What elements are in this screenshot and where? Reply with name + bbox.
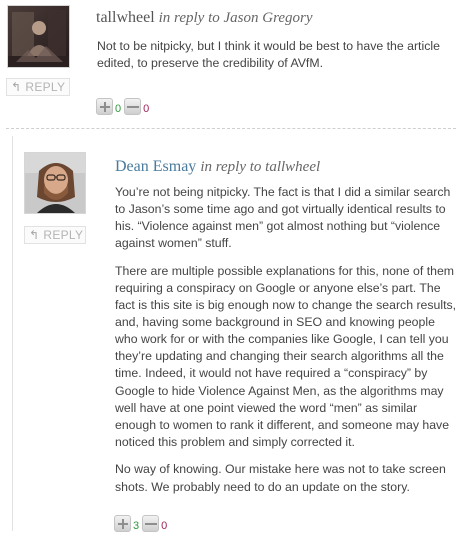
comment-body: You’re not being nitpicky. The fact is t… (115, 184, 458, 506)
reply-button[interactable]: ↰ REPLY (6, 78, 70, 96)
minus-icon[interactable] (142, 515, 160, 532)
comment-paragraph: Not to be nitpicky, but I think it would… (97, 39, 440, 71)
avatar-tallwheel[interactable] (7, 5, 70, 68)
reply-label: REPLY (43, 228, 84, 242)
reply-arrow-icon: ↰ (11, 80, 22, 94)
vote-up-count: 0 (115, 103, 122, 115)
in-reply-to[interactable]: in reply to tallwheel (200, 159, 320, 175)
comment-paragraph: There are multiple possible explanations… (115, 263, 457, 449)
plus-icon[interactable] (114, 515, 131, 532)
comment-header: tallwheel in reply to Jason Gregory (96, 9, 313, 27)
vote-down-count: 0 (143, 103, 150, 115)
in-reply-to[interactable]: in reply to Jason Gregory (159, 10, 313, 26)
vote-controls: 3 0 (114, 515, 170, 532)
vote-down-count: 0 (161, 520, 168, 532)
avatar-image (8, 6, 69, 67)
reply-arrow-icon: ↰ (29, 228, 40, 242)
comment-divider (6, 128, 456, 129)
vote-up-count: 3 (133, 520, 140, 532)
reply-label: REPLY (25, 80, 66, 94)
author-name[interactable]: Dean Esmay (115, 158, 196, 175)
avatar-image (25, 153, 85, 213)
comment-header: Dean Esmay in reply to tallwheel (115, 158, 320, 176)
author-name[interactable]: tallwheel (96, 9, 155, 26)
plus-icon[interactable] (96, 98, 113, 115)
comment-paragraph: No way of knowing. Our mistake here was … (115, 462, 446, 494)
comment-paragraph: You’re not being nitpicky. The fact is t… (115, 185, 451, 251)
avatar-dean-esmay[interactable] (24, 152, 86, 214)
reply-button[interactable]: ↰ REPLY (24, 226, 86, 244)
minus-icon[interactable] (124, 98, 142, 115)
thread-line (12, 136, 13, 531)
comment-body: Not to be nitpicky, but I think it would… (97, 38, 452, 83)
vote-controls: 0 0 (96, 98, 152, 115)
